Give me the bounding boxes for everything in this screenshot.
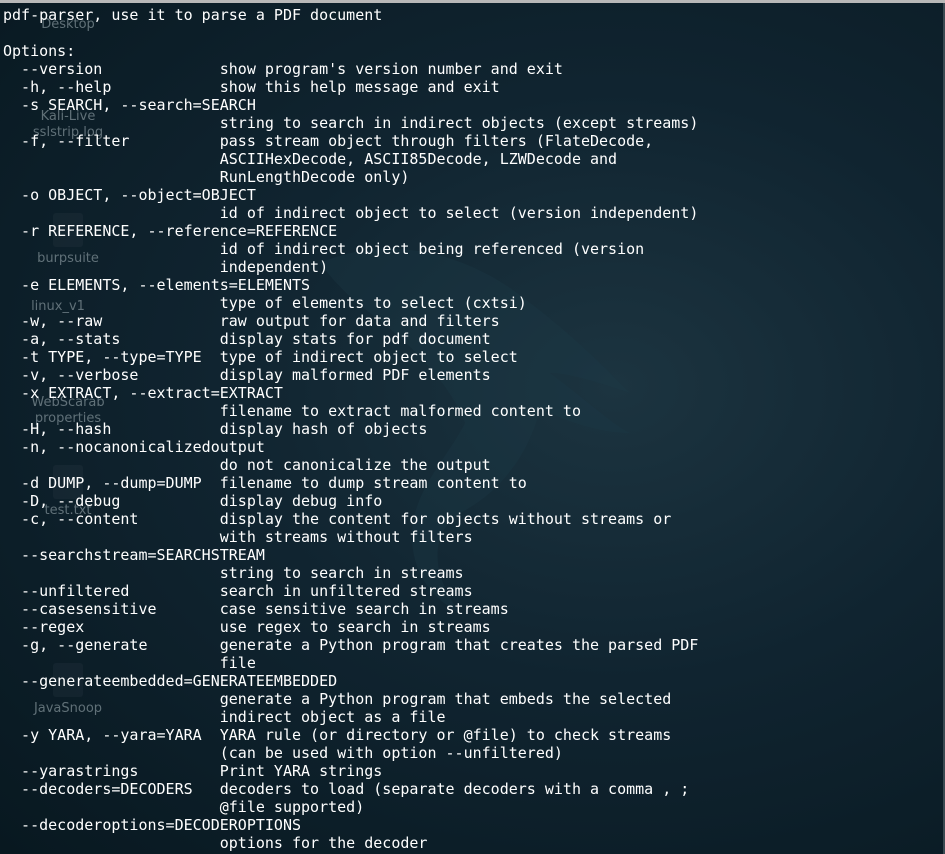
terminal-line: (can be used with option --unfiltered) bbox=[3, 744, 563, 762]
terminal-line: -y YARA, --yara=YARA YARA rule (or direc… bbox=[3, 726, 672, 744]
terminal-line: independent) bbox=[3, 258, 329, 276]
terminal-line: indirect object as a file bbox=[3, 708, 446, 726]
terminal-line: --regex use regex to search in streams bbox=[3, 618, 491, 636]
terminal-line: pdf-parser, use it to parse a PDF docume… bbox=[3, 6, 383, 24]
terminal-line: --decoders=DECODERS decoders to load (se… bbox=[3, 780, 690, 798]
terminal-line: filename to extract malformed content to bbox=[3, 402, 581, 420]
terminal-line: -a, --stats display stats for pdf docume… bbox=[3, 330, 491, 348]
terminal-output: pdf-parser, use it to parse a PDF docume… bbox=[3, 6, 698, 852]
terminal-line: --casesensitive case sensitive search in… bbox=[3, 600, 509, 618]
terminal-line: -s SEARCH, --search=SEARCH bbox=[3, 96, 256, 114]
terminal-line: @file supported) bbox=[3, 798, 365, 816]
terminal-line: generate a Python program that embeds th… bbox=[3, 690, 672, 708]
terminal-line: -e ELEMENTS, --elements=ELEMENTS bbox=[3, 276, 311, 294]
terminal-line: -w, --raw raw output for data and filter… bbox=[3, 312, 500, 330]
terminal-line: -n, --nocanonicalizedoutput bbox=[3, 438, 265, 456]
terminal-line: -f, --filter pass stream object through … bbox=[3, 132, 654, 150]
terminal-line: string to search in indirect objects (ex… bbox=[3, 114, 699, 132]
terminal-line: -r REFERENCE, --reference=REFERENCE bbox=[3, 222, 338, 240]
terminal-line: -o OBJECT, --object=OBJECT bbox=[3, 186, 256, 204]
terminal-line: -h, --help show this help message and ex… bbox=[3, 78, 500, 96]
terminal-line: -g, --generate generate a Python program… bbox=[3, 636, 699, 654]
terminal-line: --generateembedded=GENERATEEMBEDDED bbox=[3, 672, 338, 690]
terminal-line: -v, --verbose display malformed PDF elem… bbox=[3, 366, 491, 384]
terminal-line: type of elements to select (cxtsi) bbox=[3, 294, 527, 312]
terminal-line: --searchstream=SEARCHSTREAM bbox=[3, 546, 265, 564]
terminal-line: options for the decoder bbox=[3, 834, 428, 852]
terminal-line: -H, --hash display hash of objects bbox=[3, 420, 428, 438]
terminal-line: -d DUMP, --dump=DUMP filename to dump st… bbox=[3, 474, 527, 492]
terminal-line: -t TYPE, --type=TYPE type of indirect ob… bbox=[3, 348, 518, 366]
terminal-line: RunLengthDecode only) bbox=[3, 168, 410, 186]
terminal-line: --version show program's version number … bbox=[3, 60, 563, 78]
terminal-line: -x EXTRACT, --extract=EXTRACT bbox=[3, 384, 283, 402]
terminal-line: -c, --content display the content for ob… bbox=[3, 510, 672, 528]
terminal-line: id of indirect object being referenced (… bbox=[3, 240, 645, 258]
terminal-line: ASCIIHexDecode, ASCII85Decode, LZWDecode… bbox=[3, 150, 618, 168]
terminal-line: id of indirect object to select (version… bbox=[3, 204, 699, 222]
terminal-line: --unfiltered search in unfiltered stream… bbox=[3, 582, 473, 600]
terminal-line: -D, --debug display debug info bbox=[3, 492, 383, 510]
terminal-window[interactable]: Desktop Kali-Live sslstrip.log burpsuite… bbox=[0, 0, 945, 854]
terminal-line: --yarastrings Print YARA strings bbox=[3, 762, 383, 780]
terminal-line: Options: bbox=[3, 42, 76, 60]
terminal-line: file bbox=[3, 654, 256, 672]
terminal-line: --decoderoptions=DECODEROPTIONS bbox=[3, 816, 302, 834]
terminal-line: do not canonicalize the output bbox=[3, 456, 491, 474]
terminal-line: string to search in streams bbox=[3, 564, 464, 582]
terminal-line: with streams without filters bbox=[3, 528, 473, 546]
